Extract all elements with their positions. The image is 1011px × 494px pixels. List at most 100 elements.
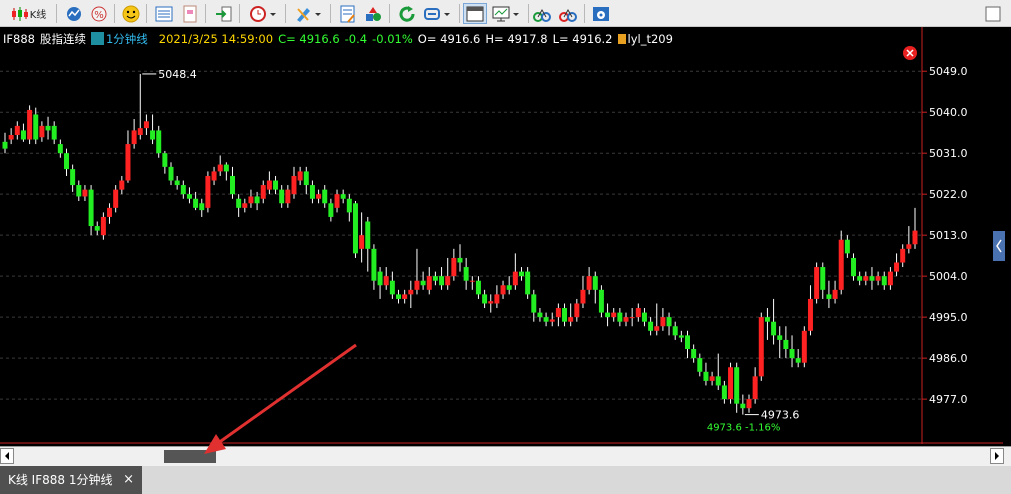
candle-body (309, 185, 315, 199)
cycle-red-button[interactable] (557, 3, 579, 24)
kline-button[interactable]: K线 (4, 3, 52, 24)
candle-body (27, 109, 33, 140)
candles (2, 73, 918, 415)
y-tick-label: 4977.0 (929, 393, 968, 406)
clock-icon (250, 5, 276, 22)
y-tick-label: 5040.0 (929, 106, 968, 119)
candle-body (389, 280, 395, 295)
candle-body (346, 198, 352, 213)
annotations: 5048.4 4973.64973.6 -1.16% (142, 68, 799, 434)
percent-icon: % (91, 6, 107, 21)
candle-body (420, 280, 426, 286)
refresh-button[interactable] (396, 3, 418, 24)
candle-body (641, 312, 647, 322)
candlestick-icon (11, 6, 28, 21)
candle-body (334, 194, 340, 208)
candle-body (137, 128, 143, 135)
candle-body (703, 371, 709, 381)
draw-tools-button[interactable] (292, 3, 326, 24)
candle-body (629, 317, 635, 319)
quote-list-button[interactable] (153, 3, 175, 24)
candle-body (488, 301, 494, 304)
candle-body (789, 349, 795, 359)
import-icon (216, 6, 232, 21)
period-label: 1分钟线 (105, 32, 148, 46)
settings-button[interactable] (590, 3, 612, 24)
y-tick-label: 4995.0 (929, 311, 968, 324)
candle-body (746, 399, 752, 409)
candle-body (322, 189, 328, 204)
candle-body (820, 267, 826, 290)
candle-body (709, 376, 715, 381)
tab-kline-if888[interactable]: K线 IF888 1分钟线 × (0, 466, 142, 494)
sync-dropdown-button[interactable] (421, 3, 455, 24)
candle-body (254, 196, 260, 204)
candle-body (494, 294, 500, 304)
candle-body (906, 244, 912, 249)
candle-body (660, 317, 666, 327)
settings-window-icon (593, 6, 609, 21)
y-tick-label: 5004.0 (929, 270, 968, 283)
collapse-panel-button[interactable] (993, 231, 1005, 261)
smiley-button[interactable] (120, 3, 142, 24)
pct-value: -0.01% (372, 32, 413, 46)
candle-body (371, 248, 377, 281)
candle-body (469, 280, 475, 282)
candle-body (426, 276, 432, 290)
grid-icon[interactable] (90, 32, 104, 45)
monitor-icon (492, 6, 519, 21)
candle-body (512, 271, 518, 286)
candle-body (193, 198, 199, 208)
candle-body (549, 319, 555, 322)
candle-body (887, 271, 893, 286)
chart-search-button[interactable] (63, 3, 85, 24)
candlestick-chart[interactable]: 5049.0 5040.0 5031.0 5022.0 5013.0 5004.0 4995… (0, 27, 1011, 445)
y-tick-label: 5013.0 (929, 229, 968, 242)
import-button[interactable] (213, 3, 235, 24)
grid-lines (0, 70, 922, 400)
candle-body (70, 169, 76, 186)
candle-body (162, 153, 168, 167)
candle-body (168, 166, 174, 181)
cycle-green-button[interactable] (531, 3, 553, 24)
low-label: 4973.6 (761, 409, 800, 422)
candle-body (555, 308, 561, 318)
candle-body (2, 141, 8, 149)
candle-body (113, 189, 119, 208)
window-close-button[interactable] (982, 3, 1004, 24)
candle-body (617, 312, 623, 322)
candle-body (432, 276, 438, 281)
candle-body (783, 339, 789, 350)
layout-button[interactable] (463, 3, 487, 24)
candle-body (82, 189, 88, 197)
candle-body (525, 271, 531, 295)
scroll-thumb[interactable] (164, 450, 216, 463)
info-bar: IF888 股指连续 1分钟线 2021/3/25 14:59:00 C= 4916.6… (0, 27, 920, 51)
monitor-dropdown-button[interactable] (490, 3, 524, 24)
window-layout-icon (466, 6, 484, 21)
formula-button[interactable] (337, 3, 359, 24)
candle-body (826, 294, 832, 299)
candle-body (383, 276, 389, 286)
percent-button[interactable]: % (88, 3, 110, 24)
smiley-icon (122, 5, 140, 22)
tab-close-icon[interactable]: × (123, 466, 134, 494)
candle-body (273, 180, 279, 190)
history-dropdown-button[interactable] (247, 3, 281, 24)
candle-body (396, 294, 402, 299)
candle-body (291, 175, 297, 195)
candle-body (838, 239, 844, 290)
horizontal-scrollbar[interactable] (0, 446, 1011, 466)
chart-search-icon (67, 6, 81, 21)
shapes-button[interactable] (362, 3, 384, 24)
indicator-icon (617, 34, 626, 44)
y-tick-label: 5049.0 (929, 65, 968, 78)
app-window: K线 % 5049.0 5040.0 5031.0 5022.0 5013.0 … (0, 0, 1011, 494)
candle-body (912, 230, 918, 245)
candle-body (740, 403, 746, 409)
candle-body (457, 257, 463, 263)
y-tick-label: 5031.0 (929, 147, 968, 160)
bicycle-icon (533, 8, 551, 22)
candle-body (205, 175, 211, 208)
document-button[interactable] (179, 3, 201, 24)
